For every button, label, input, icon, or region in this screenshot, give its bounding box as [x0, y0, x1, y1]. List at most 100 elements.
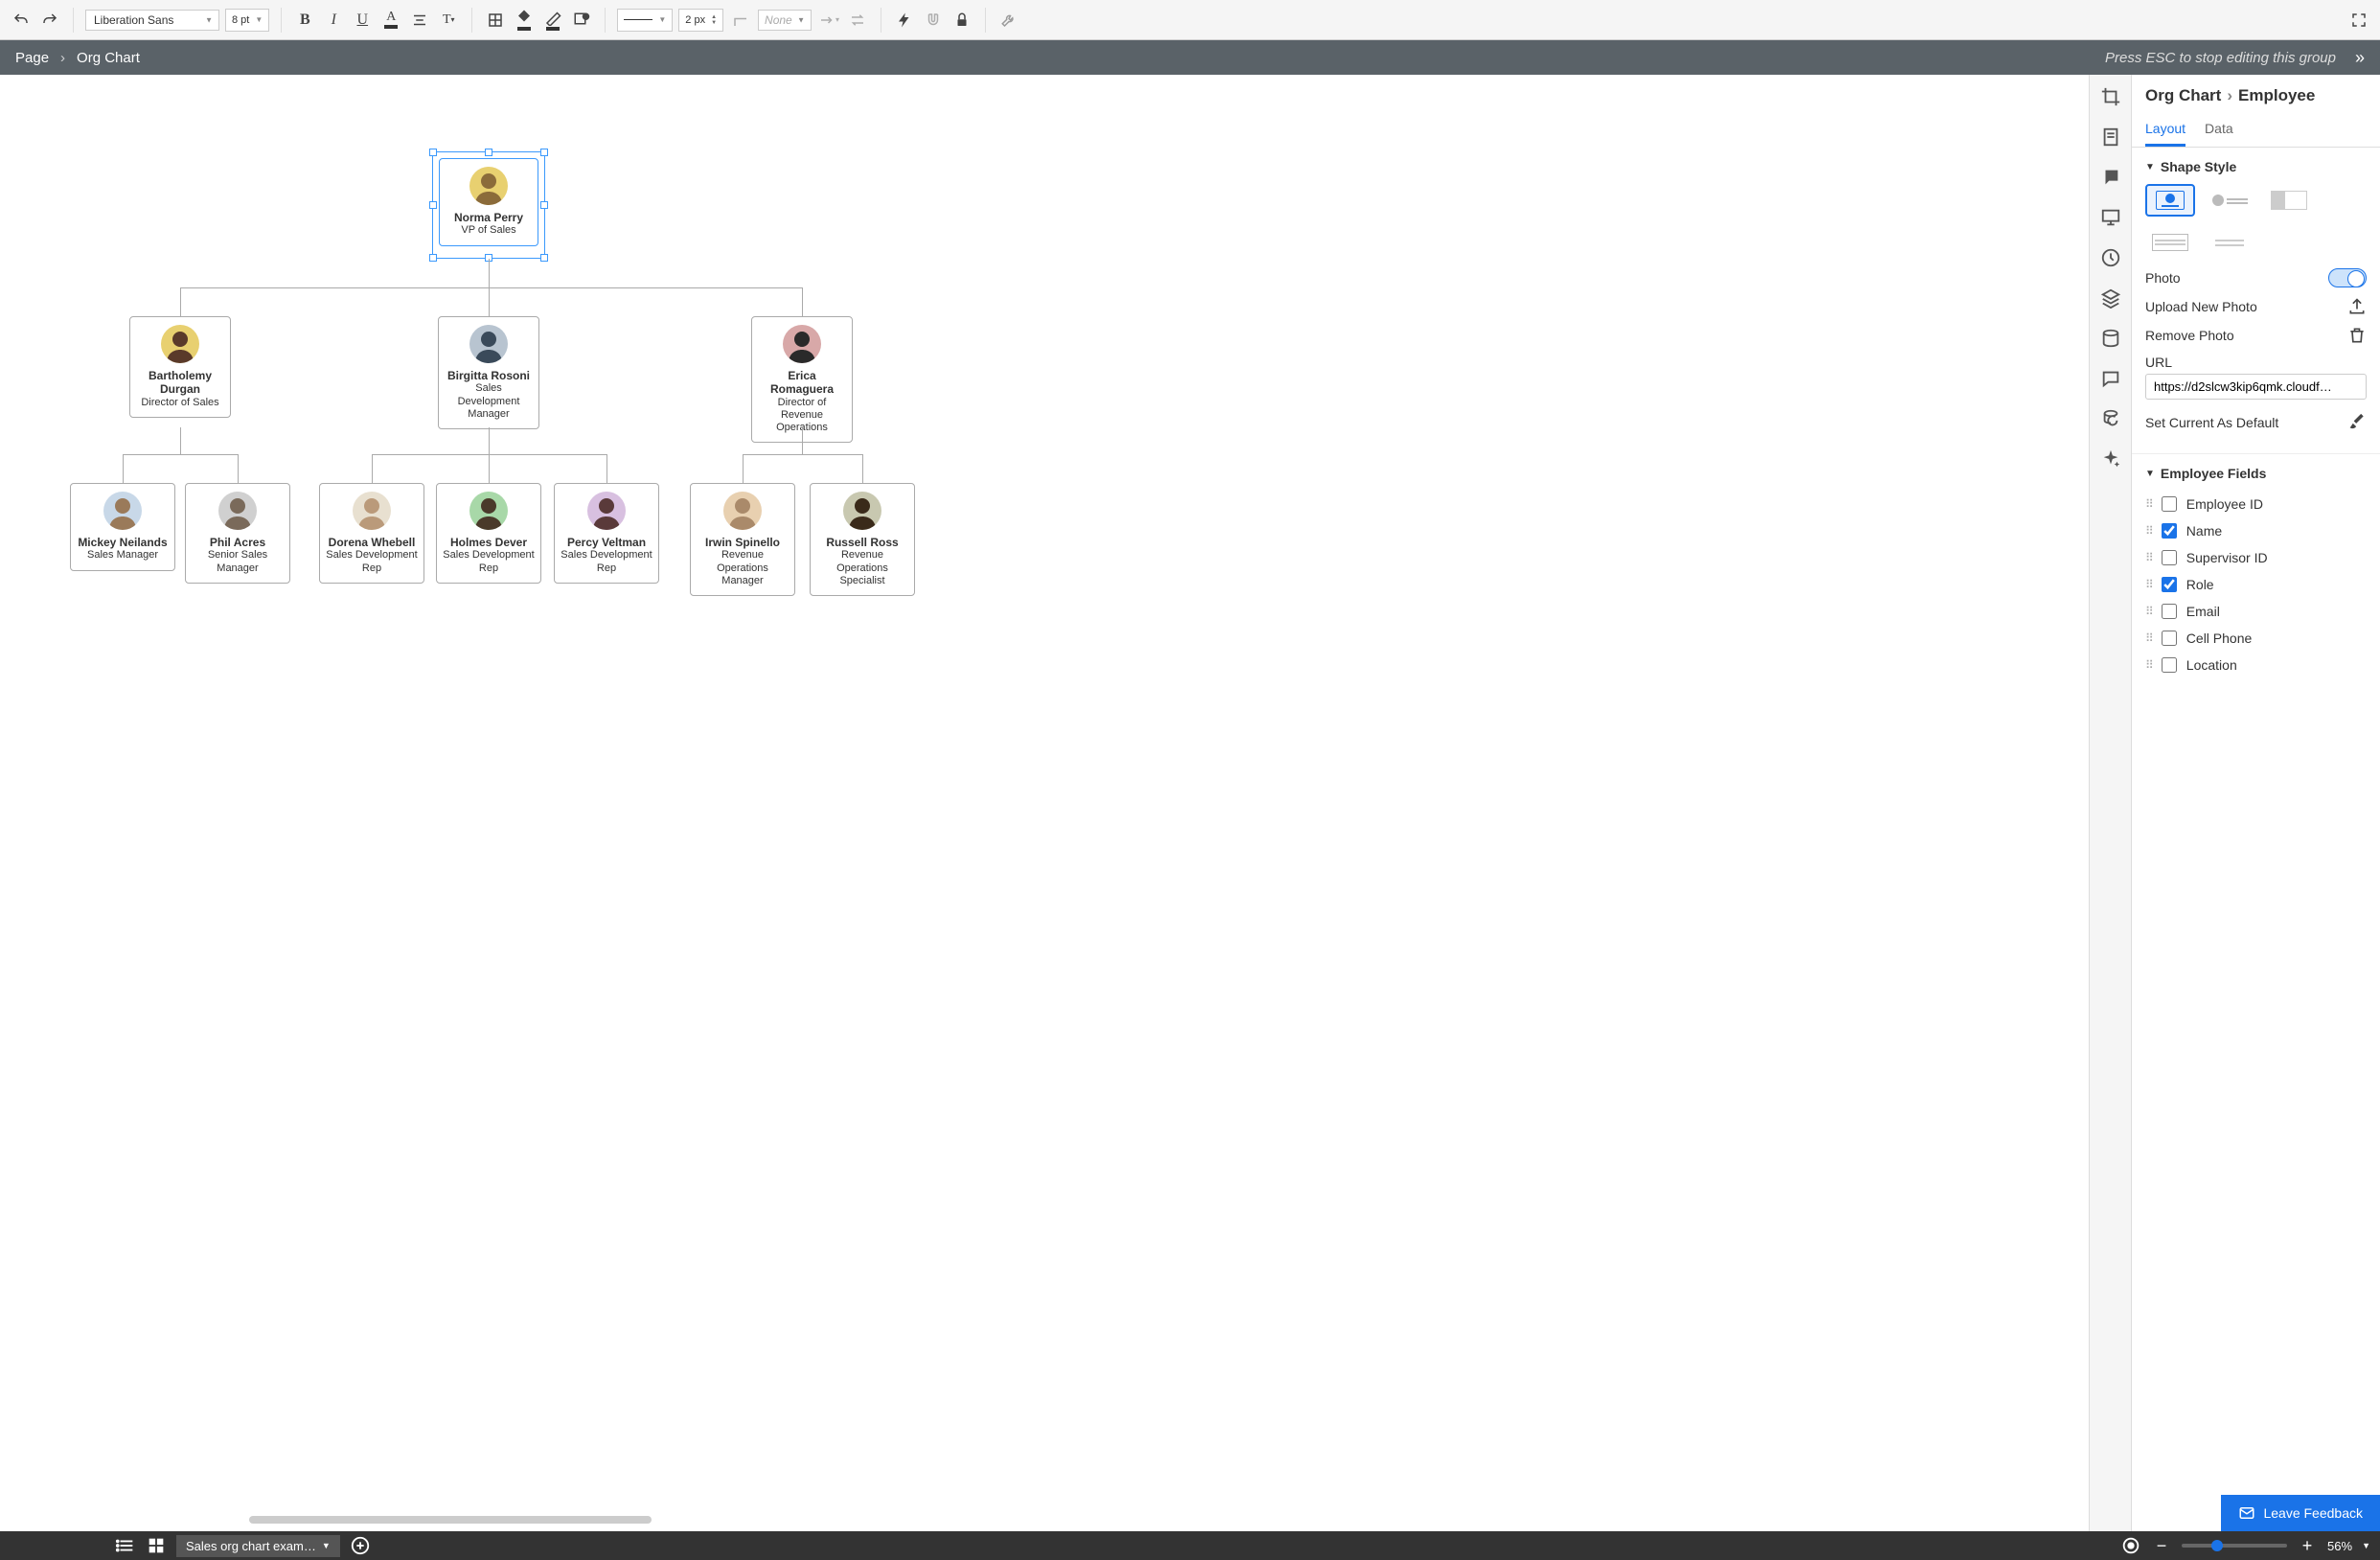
bold-icon[interactable]: B — [293, 9, 316, 32]
org-node[interactable]: Irwin Spinello Revenue Operations Manage… — [690, 483, 795, 596]
shape-options-icon[interactable] — [570, 9, 593, 32]
org-node[interactable]: Percy Veltman Sales Development Rep — [554, 483, 659, 584]
org-node[interactable]: Erica Romaguera Director of Revenue Oper… — [751, 316, 853, 443]
field-checkbox[interactable] — [2162, 604, 2177, 619]
line-weight-select[interactable]: 2 px▲▼ — [678, 9, 723, 32]
drag-handle-icon[interactable]: ⠿ — [2145, 631, 2152, 645]
italic-icon[interactable]: I — [322, 9, 345, 32]
field-row: ⠿ Email — [2145, 598, 2367, 625]
fill-color-icon[interactable] — [513, 9, 536, 32]
field-checkbox[interactable] — [2162, 550, 2177, 565]
style-thumb-box[interactable] — [2145, 226, 2195, 259]
upload-photo-label[interactable]: Upload New Photo — [2145, 299, 2257, 314]
history-icon[interactable] — [2100, 247, 2121, 268]
breadcrumb-root[interactable]: Page — [15, 50, 49, 66]
page-icon[interactable] — [2100, 126, 2121, 148]
lock-icon[interactable] — [950, 9, 973, 32]
redo-icon[interactable] — [38, 9, 61, 32]
section-employee-fields[interactable]: ▼Employee Fields — [2145, 466, 2367, 481]
org-node-root[interactable]: Norma Perry VP of Sales — [439, 158, 538, 246]
panel-breadcrumb-root[interactable]: Org Chart — [2145, 86, 2221, 105]
line-path-icon[interactable] — [729, 9, 752, 32]
org-node[interactable]: Birgitta Rosoni Sales Development Manage… — [438, 316, 539, 429]
feedback-button[interactable]: Leave Feedback — [2221, 1495, 2380, 1531]
org-node[interactable]: Russell Ross Revenue Operations Speciali… — [810, 483, 915, 596]
text-options-icon[interactable]: T▾ — [437, 9, 460, 32]
upload-icon[interactable] — [2347, 297, 2367, 316]
drag-handle-icon[interactable]: ⠿ — [2145, 524, 2152, 538]
section-shape-style[interactable]: ▼Shape Style — [2145, 159, 2367, 174]
zoom-value[interactable]: 56% — [2327, 1539, 2352, 1553]
photo-toggle[interactable] — [2328, 268, 2367, 287]
url-label: URL — [2145, 355, 2367, 370]
photo-label: Photo — [2145, 270, 2181, 286]
tab-layout[interactable]: Layout — [2145, 113, 2185, 147]
org-node[interactable]: Dorena Whebell Sales Development Rep — [319, 483, 424, 584]
add-page-icon[interactable] — [350, 1535, 371, 1556]
target-icon[interactable] — [2120, 1535, 2141, 1556]
zoom-out-icon[interactable]: − — [2151, 1535, 2172, 1556]
zoom-slider[interactable] — [2182, 1544, 2287, 1548]
zoom-in-icon[interactable]: + — [2297, 1535, 2318, 1556]
field-checkbox[interactable] — [2162, 523, 2177, 539]
trash-icon[interactable] — [2347, 326, 2367, 345]
remove-photo-label[interactable]: Remove Photo — [2145, 328, 2234, 343]
undo-icon[interactable] — [10, 9, 33, 32]
comment-icon[interactable] — [2100, 167, 2121, 188]
zoom-dropdown-icon[interactable]: ▼ — [2362, 1541, 2370, 1550]
presentation-icon[interactable] — [2100, 207, 2121, 228]
crop-icon[interactable] — [2100, 86, 2121, 107]
layout-grid-icon[interactable] — [484, 9, 507, 32]
breadcrumb-current[interactable]: Org Chart — [77, 50, 140, 66]
drag-handle-icon[interactable]: ⠿ — [2145, 658, 2152, 672]
data-icon[interactable] — [2100, 328, 2121, 349]
underline-icon[interactable]: U — [351, 9, 374, 32]
database-refresh-icon[interactable] — [2100, 408, 2121, 429]
drag-handle-icon[interactable]: ⠿ — [2145, 551, 2152, 564]
org-node[interactable]: Holmes Dever Sales Development Rep — [436, 483, 541, 584]
style-thumb-side[interactable] — [2205, 184, 2254, 217]
set-default-label[interactable]: Set Current As Default — [2145, 415, 2278, 430]
wrench-icon[interactable] — [997, 9, 1020, 32]
org-node[interactable]: Bartholemy Durgan Director of Sales — [129, 316, 231, 418]
org-node[interactable]: Phil Acres Senior Sales Manager — [185, 483, 290, 584]
chat-icon[interactable] — [2100, 368, 2121, 389]
line-style-select[interactable]: ▼ — [617, 9, 673, 32]
arrow-end-icon[interactable]: ▾ — [817, 9, 840, 32]
document-tab[interactable]: Sales org chart exam…▼ — [176, 1535, 340, 1557]
panel-breadcrumb: Org Chart › Employee — [2132, 75, 2380, 113]
field-checkbox[interactable] — [2162, 577, 2177, 592]
layers-icon[interactable] — [2100, 287, 2121, 309]
org-node[interactable]: Mickey Neilands Sales Manager — [70, 483, 175, 571]
drag-handle-icon[interactable]: ⠿ — [2145, 578, 2152, 591]
style-thumb-lines[interactable] — [2205, 226, 2254, 259]
horizontal-scrollbar[interactable] — [249, 1516, 652, 1524]
drag-handle-icon[interactable]: ⠿ — [2145, 605, 2152, 618]
tab-data[interactable]: Data — [2205, 113, 2233, 147]
sparkle-icon[interactable] — [2100, 448, 2121, 470]
collapse-panel-icon[interactable]: » — [2355, 48, 2365, 68]
font-size-select[interactable]: 8 pt▼ — [225, 9, 269, 32]
grid-view-icon[interactable] — [146, 1535, 167, 1556]
style-thumb-split[interactable] — [2264, 184, 2314, 217]
canvas[interactable]: Norma Perry VP of Sales Bartholemy Durga… — [0, 75, 2089, 1531]
magnet-icon[interactable] — [922, 9, 945, 32]
url-input[interactable] — [2145, 374, 2367, 400]
swap-arrows-icon[interactable] — [846, 9, 869, 32]
list-view-icon[interactable] — [115, 1535, 136, 1556]
field-checkbox[interactable] — [2162, 496, 2177, 512]
lightning-icon[interactable] — [893, 9, 916, 32]
brush-icon[interactable] — [2347, 413, 2367, 432]
drag-handle-icon[interactable]: ⠿ — [2145, 497, 2152, 511]
field-label: Location — [2186, 657, 2237, 673]
node-name: Norma Perry — [454, 211, 523, 224]
border-color-icon[interactable] — [541, 9, 564, 32]
font-family-select[interactable]: Liberation Sans — [85, 10, 219, 31]
align-icon[interactable] — [408, 9, 431, 32]
text-color-icon[interactable]: A — [379, 9, 402, 32]
fullscreen-icon[interactable] — [2347, 9, 2370, 32]
field-checkbox[interactable] — [2162, 657, 2177, 673]
style-thumb-card[interactable] — [2145, 184, 2195, 217]
arrow-start-select[interactable]: None — [758, 10, 812, 31]
field-checkbox[interactable] — [2162, 631, 2177, 646]
